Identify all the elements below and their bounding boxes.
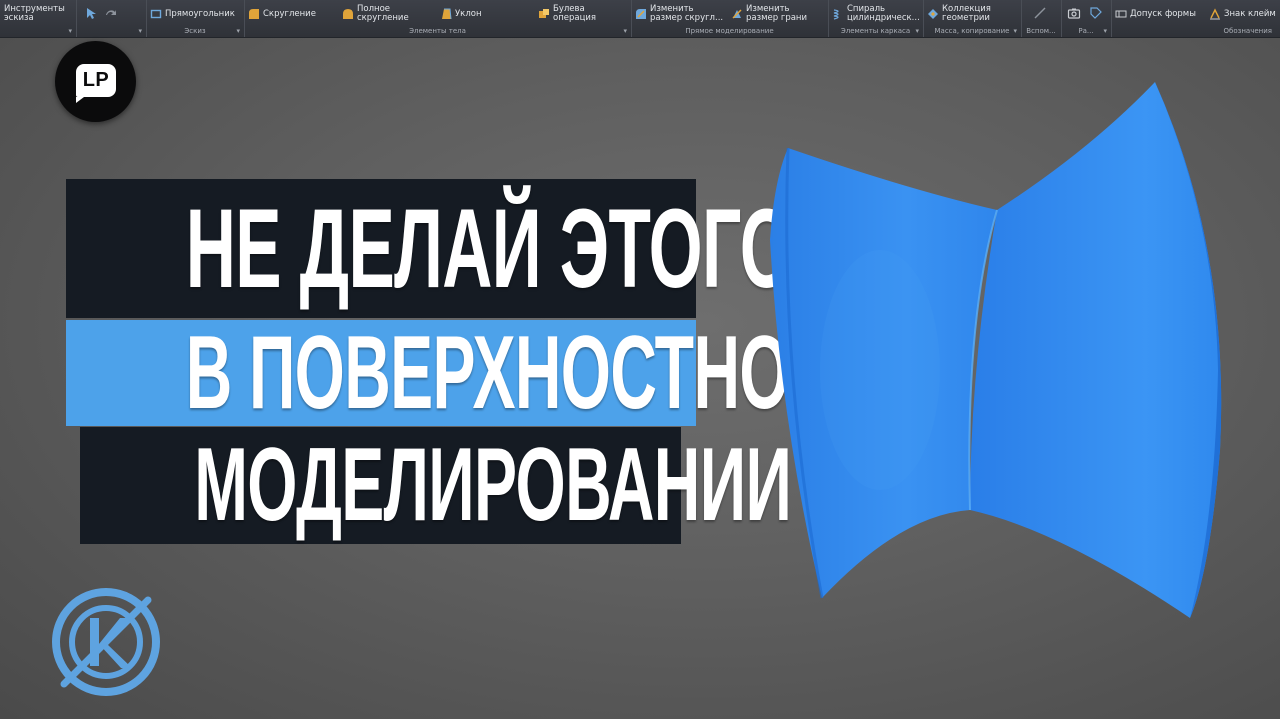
rectangle-label: Прямоугольник (165, 8, 235, 19)
title-line-2-text: В ПОВЕРХНОСТНОМ (185, 315, 843, 431)
chevron-down-icon[interactable]: ▾ (915, 26, 919, 36)
collection-label2: геометрии (942, 13, 990, 23)
ribbon-group-caption: Элементы каркаса ▾ (828, 26, 923, 36)
cursor-icon[interactable] (84, 6, 98, 20)
ribbon-group-sketch-caption: Эскиз (184, 27, 206, 35)
ribbon-group-wireframe: Спираль цилиндрическ... Элементы каркаса… (828, 0, 924, 37)
chevron-down-icon[interactable]: ▾ (68, 26, 72, 36)
draft-icon (440, 8, 452, 20)
lp-logo: LP (55, 41, 136, 122)
rectangle-button[interactable]: Прямоугольник (150, 3, 235, 25)
stamp-sign-label: Знак клейм (1224, 8, 1276, 19)
resize-face-icon (731, 8, 743, 20)
ribbon-group-caption: Эскиз ▾ (146, 26, 244, 36)
ribbon-group-aux-caption: Вспом... (1026, 27, 1056, 35)
resize-fillet-button[interactable]: Изменить размер скругл... (635, 3, 723, 25)
resize-fillet-icon (635, 8, 647, 20)
ribbon-group-direct-caption: Прямое моделирование (685, 27, 774, 35)
full-fillet-button[interactable]: Полное скругление (342, 3, 409, 25)
lp-logo-text: LP (82, 69, 110, 91)
ribbon-group-caption: Обозначения (1111, 26, 1280, 36)
chevron-down-icon[interactable]: ▾ (236, 26, 240, 36)
ribbon-group-sketch: Прямоугольник Эскиз ▾ (146, 0, 245, 37)
stamp-sign-button[interactable]: Знак клейм (1209, 3, 1276, 25)
title-line-2: В ПОВЕРХНОСТНОМ (66, 315, 843, 431)
ribbon-group-designations-caption: Обозначения (1223, 27, 1272, 35)
full-fillet-label2: скругление (357, 13, 409, 23)
form-tolerance-label: Допуск формы (1130, 8, 1196, 19)
full-fillet-icon (342, 8, 354, 20)
axis-line-icon[interactable] (1033, 6, 1047, 20)
rectangle-icon (150, 8, 162, 20)
ribbon-group-ra-caption: Ра... (1078, 27, 1094, 35)
ribbon-group-body-elements: Скругление Полное скругление Уклон Булев… (244, 0, 632, 37)
ribbon-group-caption: Ра... ▾ (1061, 26, 1111, 36)
ribbon-group-sketch-tools: Инструменты эскиза ▾ (0, 0, 77, 37)
ribbon-group-caption: Вспом... (1021, 26, 1061, 36)
ribbon-group-undo: ▾ (76, 0, 147, 37)
collection-button[interactable]: Коллекция геометрии (927, 3, 991, 25)
title-line-3-text: МОДЕЛИРОВАНИИ (194, 427, 792, 543)
resize-face-label2: размер грани (746, 13, 808, 23)
ribbon-group-direct-modeling: Изменить размер скругл... Изменить разме… (631, 0, 829, 37)
lp-logo-plate: LP (76, 64, 116, 103)
boolean-label2: операция (553, 13, 597, 23)
ribbon-group-ra: Ра... ▾ (1061, 0, 1112, 37)
ribbon-group-caption: ▾ (76, 26, 146, 36)
ribbon-group-wireframe-caption: Элементы каркаса (840, 27, 911, 35)
redo-icon[interactable] (104, 6, 118, 20)
ribbon-group-caption: Прямое моделирование (631, 26, 828, 36)
collection-icon (927, 8, 939, 20)
surface-model-shape (760, 70, 1230, 630)
chevron-down-icon[interactable]: ▾ (1013, 26, 1017, 36)
title-line-3: МОДЕЛИРОВАНИИ (80, 427, 792, 544)
ribbon-group-body-caption: Элементы тела (409, 27, 466, 35)
helix-label2: цилиндрическ... (847, 13, 920, 23)
boolean-button[interactable]: Булева операция (538, 3, 596, 25)
ribbon-group-auxiliary: Вспом... (1021, 0, 1062, 37)
fillet-label: Скругление (263, 8, 316, 19)
chevron-down-icon[interactable]: ▾ (1103, 26, 1107, 36)
ribbon-group-mass-copy: Коллекция геометрии Масса, копирование ▾ (923, 0, 1022, 37)
ribbon-group-caption: ▾ (0, 26, 76, 36)
chevron-down-icon[interactable]: ▾ (138, 26, 142, 36)
title-line-1: НЕ ДЕЛАЙ ЭТОГО (66, 179, 794, 318)
fillet-button[interactable]: Скругление (248, 3, 316, 25)
kompas-logo-icon (50, 586, 162, 698)
helix-icon (832, 8, 844, 20)
resize-fillet-label2: размер скругл... (650, 13, 724, 23)
resize-face-button[interactable]: Изменить размер грани (731, 3, 807, 25)
form-tolerance-icon (1115, 8, 1127, 20)
ribbon-group-caption: Элементы тела ▾ (244, 26, 631, 36)
title-line-1-text: НЕ ДЕЛАЙ ЭТОГО (185, 186, 794, 311)
ribbon-group-caption: Масса, копирование ▾ (923, 26, 1021, 36)
sketch-tools-button[interactable]: Инструменты эскиза (4, 3, 65, 25)
draft-button[interactable]: Уклон (440, 3, 482, 25)
sketch-tools-label2: эскиза (4, 13, 34, 23)
stamp-sign-icon (1209, 8, 1221, 20)
ribbon-group-designations: Допуск формы Знак клейм Обозначения (1111, 0, 1280, 37)
tag-icon[interactable] (1089, 6, 1103, 20)
form-tolerance-button[interactable]: Допуск формы (1115, 3, 1196, 25)
chevron-down-icon[interactable]: ▾ (623, 26, 627, 36)
draft-label: Уклон (455, 8, 482, 19)
boolean-icon (538, 8, 550, 20)
ribbon-group-mass-caption: Масса, копирование (934, 27, 1010, 35)
fillet-icon (248, 8, 260, 20)
camera-icon[interactable] (1067, 6, 1081, 20)
toolbar-ribbon: Инструменты эскиза ▾ ▾ Прямоугольник Эск… (0, 0, 1280, 38)
helix-button[interactable]: Спираль цилиндрическ... (832, 3, 920, 25)
